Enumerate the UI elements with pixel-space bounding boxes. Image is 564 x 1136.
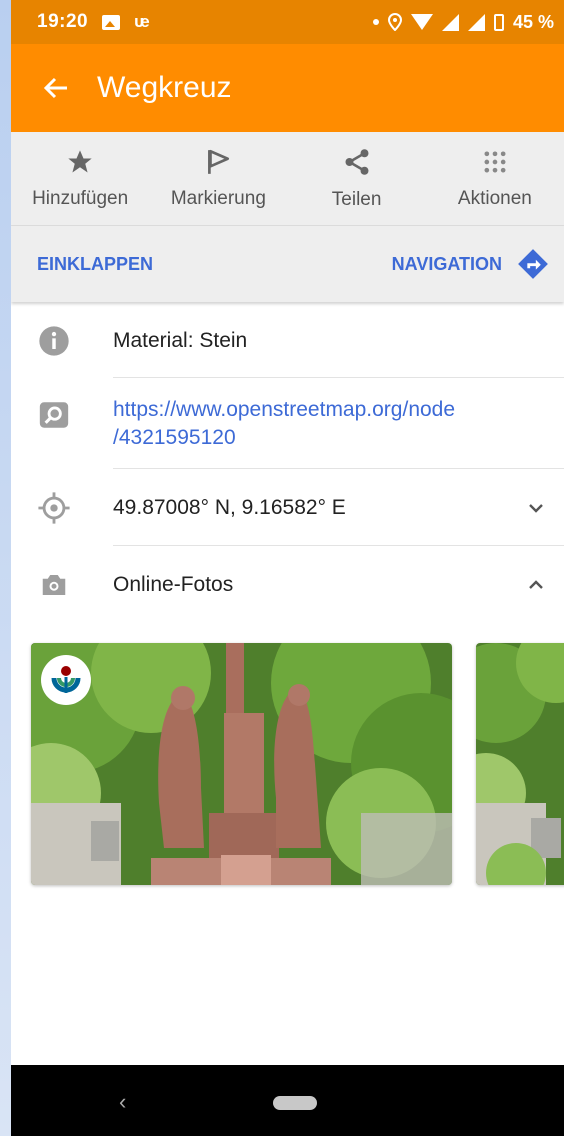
collapse-button[interactable]: EINKLAPPEN: [37, 254, 153, 275]
wayside-cross-photo: [31, 643, 452, 885]
app-window: 19:20 ᵫ 45 % Wegkreuz Hinzufügen Markier…: [11, 0, 564, 1136]
share-icon: [345, 149, 369, 175]
system-back-icon[interactable]: ‹: [119, 1089, 126, 1115]
share-label: Teilen: [331, 189, 382, 210]
battery-icon: [493, 13, 504, 31]
osm-link-line1: https://www.openstreetmap.org/node: [113, 398, 456, 421]
app-notification-icon: ᵫ: [134, 12, 150, 31]
osm-link-row: https://www.openstreetmap.org/node /4321…: [11, 390, 564, 460]
map-search-icon: [37, 398, 71, 432]
more-actions-label: Aktionen: [457, 188, 532, 209]
status-time: 19:20: [37, 11, 89, 32]
share-button[interactable]: Teilen: [288, 132, 426, 226]
photo-thumbnail[interactable]: [31, 643, 452, 885]
separator: [113, 377, 564, 378]
navigation-label: NAVIGATION: [391, 253, 502, 274]
desktop-background-strip: [0, 0, 11, 1136]
marker-label: Markierung: [170, 188, 266, 209]
chevron-down-icon[interactable]: [526, 498, 546, 518]
wifi-icon: [410, 14, 433, 30]
online-photos-label: Online-Fotos: [113, 573, 234, 596]
separator: [113, 545, 564, 546]
info-icon: [37, 324, 71, 358]
more-actions-button[interactable]: Aktionen: [426, 132, 564, 226]
signal-icon: [441, 13, 459, 31]
app-bar: Wegkreuz: [11, 44, 564, 132]
notification-dot-icon: [372, 19, 379, 25]
wikimedia-logo-icon: [41, 655, 91, 705]
collapse-navigation-row: EINKLAPPEN NAVIGATION: [11, 226, 564, 302]
separator: [113, 468, 564, 469]
material-text: Material: Stein: [113, 329, 248, 352]
camera-icon: [37, 568, 71, 602]
crosshair-icon: [37, 491, 71, 525]
online-photos-row[interactable]: Online-Fotos: [11, 563, 564, 607]
wayside-cross-photo: [476, 643, 564, 885]
system-home-button[interactable]: [273, 1096, 317, 1110]
coordinates-text: 49.87008° N, 9.16582° E: [113, 496, 346, 519]
photo-thumbnail[interactable]: [476, 643, 564, 885]
add-favorite-label: Hinzufügen: [32, 188, 129, 209]
back-arrow-icon[interactable]: [41, 73, 71, 103]
directions-icon: [518, 249, 548, 279]
add-favorite-button[interactable]: Hinzufügen: [11, 132, 149, 226]
status-bar: 19:20 ᵫ 45 %: [11, 0, 564, 44]
star-icon: [68, 150, 92, 173]
image-notification-icon: [102, 14, 121, 30]
coordinates-row[interactable]: 49.87008° N, 9.16582° E: [11, 486, 564, 530]
osm-link[interactable]: https://www.openstreetmap.org/node /4321…: [113, 396, 455, 452]
battery-percent: 45 %: [512, 11, 554, 32]
navigation-button[interactable]: NAVIGATION: [392, 247, 550, 281]
material-row: Material: Stein: [11, 318, 564, 364]
signal-roaming-icon: [467, 13, 485, 31]
chevron-up-icon[interactable]: [526, 575, 546, 595]
flag-icon: [208, 149, 230, 174]
action-bar: Hinzufügen Markierung Teilen Aktionen: [11, 132, 564, 226]
osm-link-line2: /4321595120: [113, 426, 236, 449]
location-icon: [387, 13, 402, 31]
page-title: Wegkreuz: [97, 71, 232, 104]
grid-dots-icon: [484, 151, 506, 173]
system-navigation-bar: ‹: [11, 1065, 564, 1136]
marker-button[interactable]: Markierung: [149, 132, 287, 226]
